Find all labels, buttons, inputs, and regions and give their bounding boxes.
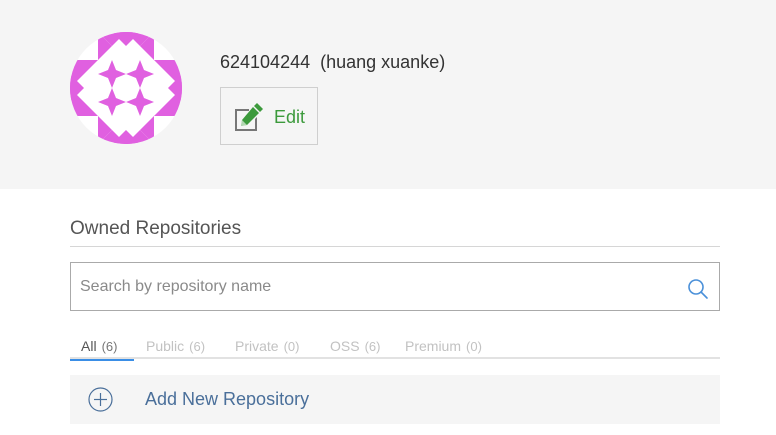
tab-label: Private [235,338,279,354]
repository-filter-tabs: All (6) Public (6) Private (0) OSS (6) Premi… [70,338,720,361]
edit-profile-button[interactable]: Edit [220,87,318,145]
add-new-repository-label: Add New Repository [145,389,310,409]
tab-count: (0) [466,339,482,354]
user-full-name: (huang xuanke) [320,52,446,72]
tab-label: Premium [405,338,462,354]
search-icon[interactable] [687,278,709,300]
tab-count: (6) [364,339,381,354]
avatar [70,32,182,144]
tab-public[interactable]: Public (6) [146,338,205,359]
section-divider [70,246,720,247]
tab-count: (6) [189,339,206,354]
profile-header: 624104244 (huang xuanke) Edit [0,0,776,189]
edit-button-label: Edit [274,107,306,127]
tab-all[interactable]: All (6) [70,338,134,361]
tab-premium[interactable]: Premium (0) [405,338,482,359]
repository-search-input[interactable] [71,263,671,310]
tab-oss[interactable]: OSS (6) [330,338,380,359]
tab-private[interactable]: Private (0) [235,338,299,359]
identicon-avatar-image [70,32,182,144]
tab-label: All [81,338,97,354]
tab-label: Public [146,338,185,354]
edit-pencil-icon [235,103,263,131]
section-title: Owned Repositories [70,218,242,239]
add-circle-icon [88,387,113,412]
add-new-repository-button[interactable]: Add New Repository [70,375,720,424]
tab-label: OSS [330,338,360,354]
user-id: 624104244 [220,52,311,72]
tab-count: (0) [283,339,300,354]
user-identity: 624104244 (huang xuanke) [220,52,445,73]
repository-search-box [70,262,720,311]
tab-count: (6) [101,339,118,354]
